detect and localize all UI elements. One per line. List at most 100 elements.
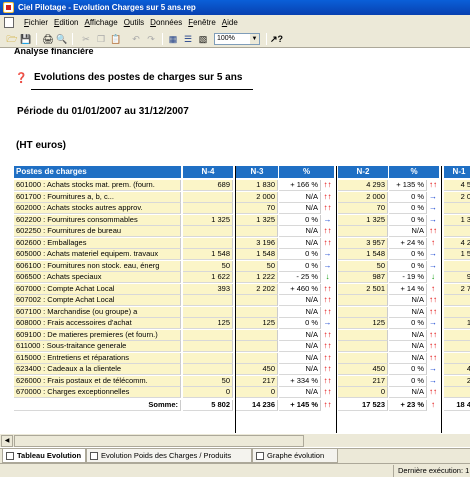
double-up-arrow-icon: ↑↑	[429, 226, 437, 235]
status-separator	[393, 465, 394, 477]
cell-pct1: + 334 %	[279, 375, 321, 387]
cell-pct2: N/A	[389, 306, 427, 318]
right-arrow-icon: →	[429, 249, 437, 258]
cell-n4: 1 622	[183, 272, 233, 283]
double-up-arrow-icon: ↑↑	[323, 375, 332, 385]
print-preview-icon[interactable]: 🔍	[56, 33, 68, 45]
double-up-arrow-icon: ↑↑	[323, 237, 332, 247]
undo-icon[interactable]: ↶	[130, 33, 142, 45]
menu-aide[interactable]: Aide	[219, 15, 241, 31]
cell-n3	[236, 306, 278, 318]
up-arrow-icon: ↑	[431, 283, 435, 293]
cell-pct1: N/A	[279, 329, 321, 341]
menu-edition[interactable]: Edition	[51, 15, 81, 31]
chevron-down-icon[interactable]: ▼	[250, 34, 259, 44]
zoom-value: 100%	[217, 35, 235, 42]
cell-n4: 50	[183, 375, 233, 387]
tab-label: Evolution Poids des Charges / Produits	[101, 451, 232, 460]
scrollbar-thumb[interactable]	[14, 435, 304, 447]
row-label: 601700 : Fournitures a, b, c...	[14, 191, 181, 203]
double-up-arrow-icon: ↑↑	[323, 306, 332, 316]
right-arrow-icon: →	[429, 260, 437, 270]
row-label: 607002 : Compte Achat Local	[14, 295, 181, 306]
cell-pct1: N/A	[279, 306, 321, 318]
cell-pct1: N/A	[279, 237, 321, 249]
cell-n1: 2 0	[444, 191, 470, 203]
menu-donnees[interactable]: Données	[147, 15, 185, 31]
sum-cell-pct1: + 145 %	[279, 399, 321, 411]
cell-pct1: 0 %	[279, 318, 321, 329]
row-label: 626000 : Frais postaux et de télécomm.	[14, 375, 181, 387]
table-view-icon[interactable]: ▧	[197, 33, 209, 45]
header-n4: N-4	[183, 166, 233, 178]
report-period: Période du 01/01/2007 au 31/12/2007	[17, 106, 189, 117]
title-bar: Ciel Pilotage - Evolution Charges sur 5 …	[0, 0, 470, 15]
print-icon[interactable]: 🖨	[42, 33, 54, 45]
cell-n3: 1 222	[236, 272, 278, 283]
right-arrow-icon: →	[429, 191, 437, 201]
document-icon[interactable]	[4, 17, 14, 28]
paste-icon[interactable]: 📋	[110, 33, 122, 45]
menu-bar: Fichier Edition Affichage Outils Données…	[0, 15, 470, 31]
double-up-arrow-icon: ↑↑	[323, 191, 332, 201]
cell-n4	[183, 341, 233, 352]
cell-n3: 50	[236, 260, 278, 272]
redo-icon[interactable]: ↷	[145, 33, 157, 45]
chart-icon	[256, 452, 264, 460]
cell-n4	[183, 295, 233, 306]
cell-pct1: N/A	[279, 352, 321, 364]
grid-view-icon[interactable]: ▦	[167, 33, 179, 45]
cell-n2: 450	[338, 364, 388, 375]
menu-fenetre[interactable]: Fenêtre	[185, 15, 219, 31]
column-divider	[336, 166, 337, 433]
cell-n3	[236, 341, 278, 352]
cell-n2: 4 293	[338, 180, 388, 191]
tab-tableau-evolution[interactable]: Tableau Evolution	[2, 449, 86, 463]
save-icon[interactable]: 💾	[20, 33, 32, 45]
horizontal-scrollbar[interactable]: ◀	[0, 433, 470, 447]
right-arrow-icon: →	[323, 249, 332, 258]
cell-n2	[338, 306, 388, 318]
report-view[interactable]: Analyse financière ❓ Evolutions des post…	[0, 48, 470, 433]
cell-pct2: N/A	[389, 341, 427, 352]
cell-n4: 50	[183, 260, 233, 272]
cell-pct1: N/A	[279, 203, 321, 214]
cell-pct1: N/A	[279, 387, 321, 398]
open-icon[interactable]: 🗁	[6, 33, 18, 45]
cell-n1: 4 5	[444, 180, 470, 191]
header-postes: Postes de charges	[14, 166, 181, 178]
tab-evolution-poids[interactable]: Evolution Poids des Charges / Produits	[86, 449, 252, 463]
sum-cell-n2: 17 523	[338, 399, 388, 411]
list-view-icon[interactable]: ☰	[182, 33, 194, 45]
cell-n3: 0	[236, 387, 278, 398]
cell-pct2: N/A	[389, 226, 427, 237]
cell-n1	[444, 306, 470, 318]
sum-cell-n1: 18 4	[444, 399, 470, 411]
cell-n4: 393	[183, 283, 233, 295]
cell-n1	[444, 329, 470, 341]
cell-n2: 217	[338, 375, 388, 387]
cell-n2: 987	[338, 272, 388, 283]
cell-pct1: 0 %	[279, 249, 321, 260]
double-up-arrow-icon: ↑↑	[323, 387, 332, 396]
row-label: 670000 : Charges exceptionnelles	[14, 387, 181, 398]
cell-n3: 1 325	[236, 214, 278, 226]
menu-outils[interactable]: Outils	[121, 15, 147, 31]
report-title: Evolutions des postes de charges sur 5 a…	[34, 72, 243, 83]
cell-n2: 1 548	[338, 249, 388, 260]
cell-n1	[444, 341, 470, 352]
cell-n3: 1 830	[236, 180, 278, 191]
menu-affichage[interactable]: Affichage	[81, 15, 120, 31]
menu-fichier[interactable]: Fichier	[21, 15, 51, 31]
menu-list: Fichier Edition Affichage Outils Données…	[21, 15, 241, 31]
tab-graphe-evolution[interactable]: Graphe évolution	[252, 449, 338, 463]
cell-pct2: + 135 %	[389, 180, 427, 191]
copy-icon[interactable]: ❐	[95, 33, 107, 45]
row-label: 606100 : Fournitures non stock. eau, éne…	[14, 260, 181, 272]
cut-icon[interactable]: ✂	[80, 33, 92, 45]
scroll-left-icon[interactable]: ◀	[1, 435, 13, 447]
zoom-select[interactable]: 100% ▼	[214, 33, 260, 45]
help-icon[interactable]: ↗?	[270, 33, 283, 45]
cell-n2: 2 501	[338, 283, 388, 295]
toolbar: 🗁 💾 🖨 🔍 ✂ ❐ 📋 ↶ ↷ ▦ ☰ ▧ 100% ▼ ↗?	[0, 31, 470, 48]
